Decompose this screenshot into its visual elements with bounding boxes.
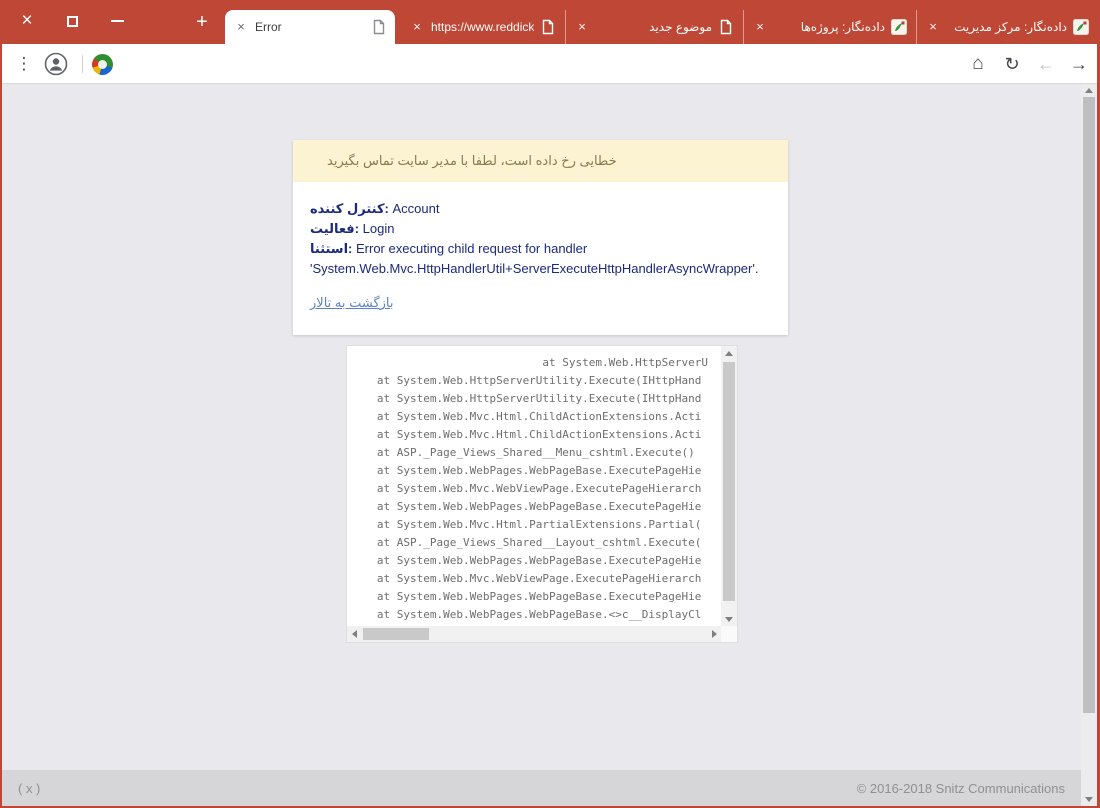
tab-title: موضوع جدید	[649, 20, 712, 34]
horizontal-scroll-thumb[interactable]	[363, 628, 429, 640]
vertical-scroll-thumb[interactable]	[723, 362, 735, 601]
document-icon	[540, 19, 556, 35]
footer-left-text: ( x )	[18, 780, 41, 796]
scroll-right-icon[interactable]	[712, 630, 717, 638]
site-favicon	[1073, 19, 1089, 35]
detail-action: فعالیت: Login	[310, 219, 771, 239]
browser-window: × + × Error × https://www.reddick × موضو…	[0, 0, 1100, 808]
titlebar: × + × Error × https://www.reddick × موضو…	[2, 0, 1097, 44]
idm-globe-icon	[91, 53, 113, 75]
toolbar-divider	[82, 55, 83, 73]
scrollbar-corner	[721, 626, 737, 642]
new-tab-button[interactable]: +	[188, 8, 216, 36]
close-icon[interactable]: ×	[233, 19, 249, 35]
profile-avatar-icon[interactable]	[43, 44, 69, 84]
tab-title: داده‌نگار: مرکز مدیریت	[954, 20, 1067, 34]
idm-extension-icon[interactable]	[89, 44, 115, 84]
detail-label: فعالیت:	[310, 221, 360, 236]
error-details: کنترل کننده: Account فعالیت: Login استثن…	[293, 182, 788, 335]
forward-button[interactable]: ←	[1032, 44, 1060, 84]
error-panel: خطایی رخ داده است، لطفا با مدیر سایت تما…	[293, 140, 788, 335]
document-icon	[718, 19, 734, 35]
window-maximize-button[interactable]	[59, 8, 85, 34]
stack-trace-box[interactable]: at System.Web.HttpServerU at System.Web.…	[346, 345, 738, 643]
tab-error[interactable]: × Error	[225, 10, 395, 44]
home-button[interactable]: ⌂	[964, 44, 992, 84]
close-icon[interactable]: ×	[574, 19, 590, 35]
stack-trace-text: at System.Web.HttpServerU at System.Web.…	[376, 356, 708, 621]
tab-title: Error	[255, 20, 282, 34]
close-icon[interactable]: ×	[409, 19, 425, 35]
tab-title: داده‌نگار: پروژه‌ها	[800, 20, 885, 34]
maximize-icon	[66, 15, 78, 27]
detail-label: کنترل کننده:	[310, 201, 389, 216]
back-to-forum-link[interactable]: بازگشت به تالار	[310, 293, 394, 313]
window-minimize-button[interactable]	[104, 8, 130, 34]
tab-title: https://www.reddick	[431, 20, 534, 34]
reload-button[interactable]: ↻	[998, 44, 1026, 84]
page-content: خطایی رخ داده است، لطفا با مدیر سایت تما…	[2, 84, 1081, 806]
detail-value: Account	[388, 201, 440, 216]
copyright-text: © 2016-2018 Snitz Communications	[856, 780, 1065, 796]
error-alert-header: خطایی رخ داده است، لطفا با مدیر سایت تما…	[293, 140, 788, 182]
scroll-up-icon[interactable]	[1085, 88, 1093, 93]
close-icon[interactable]: ×	[925, 19, 941, 35]
detail-exception: استثنا: Error executing child request fo…	[310, 239, 771, 279]
tab-dadehnegar-projects[interactable]: × داده‌نگار: پروژه‌ها	[743, 10, 915, 44]
scroll-left-icon[interactable]	[352, 630, 357, 638]
scroll-down-icon[interactable]	[1085, 797, 1093, 802]
window-close-button[interactable]: ×	[14, 8, 40, 34]
tab-new-topic[interactable]: × موضوع جدید	[565, 10, 742, 44]
detail-label: استثنا:	[310, 241, 353, 256]
detail-value: Error executing child request for handle…	[310, 241, 759, 276]
tab-dadehnegar-admin[interactable]: × داده‌نگار: مرکز مدیریت	[916, 10, 1097, 44]
browser-toolbar: ⋮ ☆ 127.0.0.1/SnitzMvc/Account/Login ⌂ ↻…	[2, 44, 1097, 122]
scroll-up-icon[interactable]	[725, 351, 733, 356]
close-icon[interactable]: ×	[752, 19, 768, 35]
detail-controller: کنترل کننده: Account	[310, 199, 771, 219]
stack-vertical-scrollbar[interactable]	[721, 346, 737, 627]
browser-scroll-thumb[interactable]	[1083, 97, 1095, 713]
menu-dots-icon[interactable]: ⋮	[12, 44, 36, 84]
site-favicon	[891, 19, 907, 35]
browser-scrollbar[interactable]	[1081, 84, 1097, 806]
tab-reddick[interactable]: × https://www.reddick	[401, 10, 564, 44]
document-icon	[371, 19, 387, 35]
back-button[interactable]: →	[1064, 44, 1094, 84]
minimize-icon	[110, 20, 124, 22]
scroll-down-icon[interactable]	[725, 617, 733, 622]
detail-value: Login	[359, 221, 395, 236]
stack-horizontal-scrollbar[interactable]	[347, 626, 722, 642]
page-footer: ( x ) © 2016-2018 Snitz Communications	[2, 770, 1081, 806]
